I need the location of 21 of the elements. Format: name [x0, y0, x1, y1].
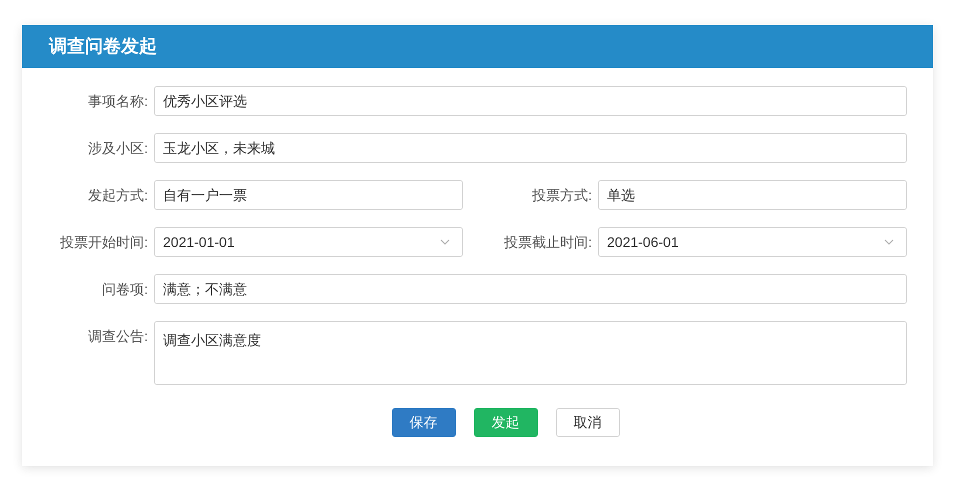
field-label: 投票截止时间: [503, 233, 593, 252]
field-label: 事项名称: [87, 92, 149, 111]
chevron-down-icon [884, 239, 894, 245]
field-label: 投票方式: [531, 186, 593, 205]
input-field[interactable]: 自有一户一票 [154, 180, 463, 210]
field-label: 问卷项: [101, 280, 149, 299]
date-select[interactable]: 2021-06-01 [598, 227, 907, 257]
action-button[interactable]: 保存 [392, 408, 456, 437]
dialog-title: 调查问卷发起 [49, 35, 157, 58]
field-label: 涉及小区: [87, 139, 149, 158]
input-field[interactable]: 满意；不满意 [154, 274, 907, 304]
input-field[interactable]: 单选 [598, 180, 907, 210]
input-field[interactable]: 玉龙小区，未来城 [154, 133, 907, 163]
field-label: 调查公告: [87, 327, 149, 346]
action-button[interactable]: 取消 [556, 408, 620, 437]
date-select[interactable]: 2021-01-01 [154, 227, 463, 257]
chevron-down-icon [440, 239, 450, 245]
text-area[interactable]: 调查小区满意度 [154, 321, 907, 385]
input-field[interactable]: 优秀小区评选 [154, 86, 907, 116]
field-label: 发起方式: [87, 186, 149, 205]
field-label: 投票开始时间: [59, 233, 149, 252]
